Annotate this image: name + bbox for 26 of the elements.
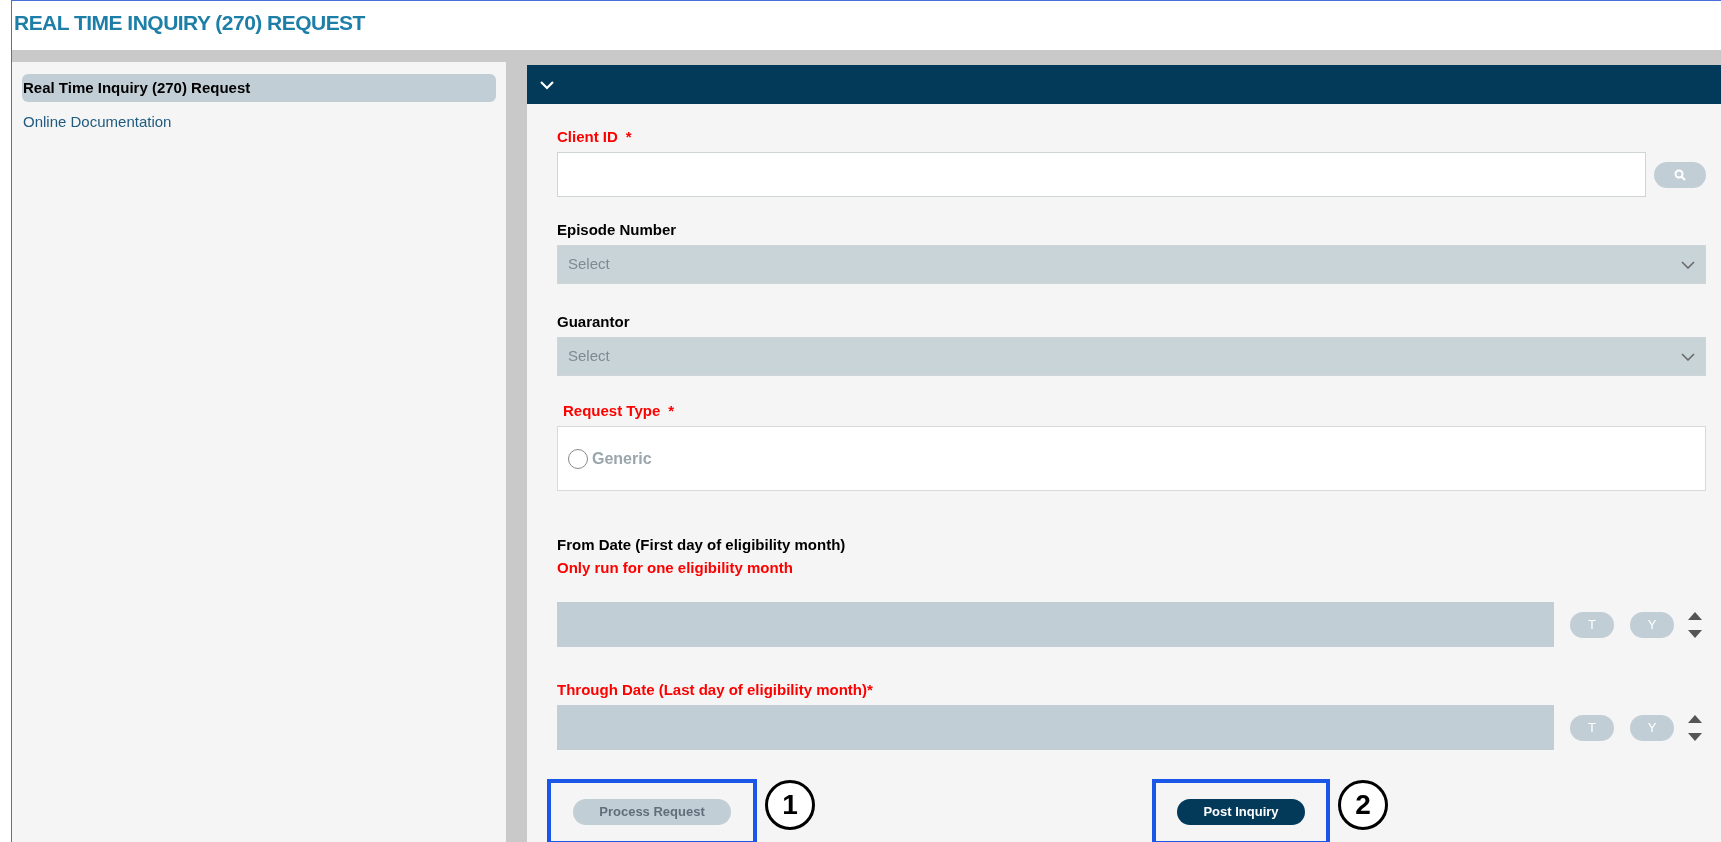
search-icon [1674,168,1686,181]
required-asterisk: * [668,402,675,420]
chevron-down-icon [1681,260,1695,269]
select-placeholder: Select [568,346,610,367]
post-inquiry-button[interactable]: Post Inquiry [1177,799,1305,825]
select-placeholder: Select [568,254,610,275]
sidebar-link[interactable]: Online Documentation [22,108,496,136]
callout-number: 1 [765,780,815,830]
field-label: From Date (First day of eligibility month) [557,536,846,554]
step-up-icon[interactable] [1688,714,1702,723]
chevron-down-icon [1681,352,1695,361]
field-label: Guarantor [557,313,630,331]
chevron-down-icon[interactable] [539,79,555,90]
field-note: Only run for one eligibility month [557,559,794,577]
field-label: Client ID [557,128,618,146]
step-down-icon[interactable] [1688,732,1702,741]
required-asterisk: * [625,128,632,146]
client-id-field[interactable] [557,152,1646,197]
field-label: Through Date (Last day of eligibility month)* [557,681,873,699]
sidebar-link[interactable]: Real Time Inquiry (270) Request [22,74,496,102]
field-label: Request Type [563,402,661,420]
step-down-icon[interactable] [1688,629,1702,638]
step-up-icon[interactable] [1688,611,1702,620]
callout-number: 2 [1338,780,1388,830]
field-label: Episode Number [557,221,677,239]
page-title: REAL TIME INQUIRY (270) REQUEST [14,10,365,36]
